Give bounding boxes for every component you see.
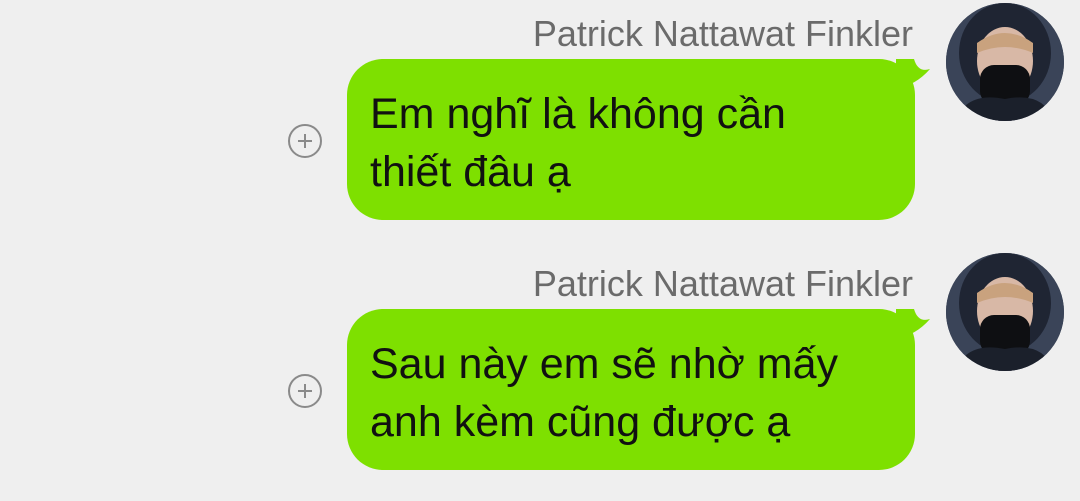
message-bubble[interactable]: Em nghĩ là không cần thiết đâu ạ — [347, 59, 915, 220]
sender-name: Patrick Nattawat Finkler — [532, 13, 913, 54]
sender-name: Patrick Nattawat Finkler — [532, 263, 913, 304]
avatar-image — [946, 253, 1064, 371]
message-text: Em nghĩ là không cần thiết đâu ạ — [370, 90, 786, 196]
avatar[interactable] — [946, 3, 1064, 121]
avatar-image — [946, 3, 1064, 121]
message-bubble[interactable]: Sau này em sẽ nhờ mấy anh kèm cũng được … — [347, 309, 915, 470]
message-item: Patrick Nattawat Finkler Sau này em sẽ n… — [0, 250, 1080, 500]
message-item: Patrick Nattawat Finkler Em nghĩ là khôn… — [0, 0, 1080, 250]
avatar[interactable] — [946, 253, 1064, 371]
message-text: Sau này em sẽ nhờ mấy anh kèm cũng được … — [370, 340, 838, 446]
add-circle-icon[interactable] — [288, 374, 322, 408]
add-circle-icon[interactable] — [288, 124, 322, 158]
chat-thread: Patrick Nattawat Finkler Em nghĩ là khôn… — [0, 0, 1080, 501]
